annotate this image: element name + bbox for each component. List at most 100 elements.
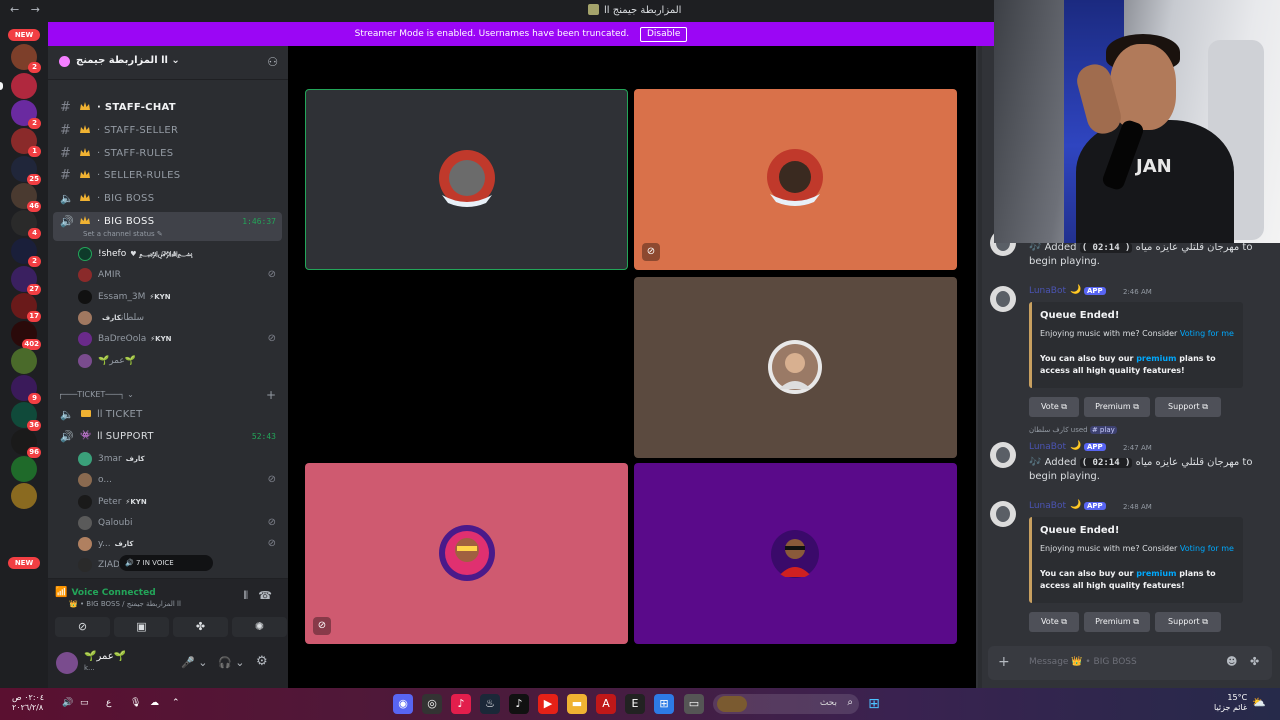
- noise-suppression-icon[interactable]: ⫴: [243, 589, 248, 603]
- server-icon[interactable]: 27: [11, 266, 41, 295]
- participant-tile[interactable]: ⊘: [634, 89, 957, 270]
- headphones-icon[interactable]: 🎧 ⌄: [218, 656, 244, 669]
- reply-context[interactable]: كارف سلطان used # play: [1029, 426, 1117, 434]
- activities-button[interactable]: ✤: [173, 617, 228, 637]
- file-explorer-icon[interactable]: ▬: [567, 694, 587, 714]
- server-icon[interactable]: 4: [11, 210, 41, 239]
- emoji-icon[interactable]: ☻: [1226, 655, 1237, 668]
- store-icon[interactable]: ⊞: [654, 694, 674, 714]
- message-author[interactable]: LunaBot: [1029, 442, 1066, 452]
- soundboard-button[interactable]: ✺: [232, 617, 287, 637]
- participant-tile[interactable]: [634, 463, 957, 644]
- voice-user[interactable]: AMIR ⊘: [76, 266, 282, 286]
- server-icon[interactable]: 46: [11, 183, 41, 212]
- server-icon[interactable]: 36: [11, 402, 41, 431]
- ticket-category[interactable]: ┌───TICKET───┐ ⌄ +: [58, 388, 278, 404]
- server-icon[interactable]: 25: [11, 156, 41, 185]
- voice-channel-big-boss-1[interactable]: 🔈 · BIG BOSS: [53, 189, 282, 209]
- windows-start-icon[interactable]: ⊞: [864, 694, 884, 714]
- voice-user[interactable]: Peter ⚡KYN: [76, 493, 282, 513]
- reply-command[interactable]: # play: [1089, 426, 1117, 434]
- voice-user[interactable]: BaDreOola ⚡KYN ⊘: [76, 330, 282, 350]
- server-icon[interactable]: 2: [11, 100, 41, 129]
- tiktok-icon[interactable]: ♪: [509, 694, 529, 714]
- tiktok-live-icon[interactable]: ♪: [451, 694, 471, 714]
- voice-user[interactable]: !shefo ♥ ﷽: [76, 245, 282, 265]
- microphone-icon[interactable]: 🎤 ⌄: [181, 656, 207, 669]
- server-icon[interactable]: 1: [11, 128, 41, 157]
- premium-link[interactable]: premium: [1136, 569, 1176, 578]
- cloud-icon[interactable]: ☁: [150, 698, 159, 708]
- adobe-icon[interactable]: A: [596, 694, 616, 714]
- voice-user[interactable]: 🌱عمر🌱: [76, 352, 282, 372]
- taskbar-search[interactable]: بحث ⌕: [713, 694, 859, 714]
- vote-button[interactable]: Vote ⧉: [1029, 612, 1079, 632]
- server-icon[interactable]: [11, 73, 37, 99]
- support-button[interactable]: Support ⧉: [1155, 397, 1221, 417]
- add-attachment-icon[interactable]: +: [998, 654, 1010, 670]
- voice-count-pill[interactable]: 🔊 7 IN VOICE: [119, 555, 213, 571]
- bot-avatar[interactable]: [990, 286, 1016, 312]
- voice-location[interactable]: 👑 • BIG BOSS / اا المزاربطة جيمنج: [69, 600, 181, 608]
- voice-user[interactable]: o... ⊘: [76, 471, 282, 491]
- channel-ticket[interactable]: 🔈 اا TICKET: [53, 405, 282, 425]
- vote-link[interactable]: Voting for me: [1180, 329, 1234, 338]
- support-button[interactable]: Support ⧉: [1155, 612, 1221, 632]
- network-icon[interactable]: ▭: [80, 698, 89, 708]
- channel-staff-rules[interactable]: # · STAFF-RULES: [53, 144, 282, 164]
- server-icon[interactable]: [11, 456, 37, 482]
- server-icon[interactable]: 2: [11, 44, 41, 73]
- message-input[interactable]: + Message 👑 • BIG BOSS ☻ ✤: [988, 646, 1272, 680]
- message-author[interactable]: LunaBot: [1029, 501, 1066, 511]
- voice-user[interactable]: 3mar كارف: [76, 450, 282, 470]
- premium-link[interactable]: premium: [1136, 354, 1176, 363]
- bot-avatar[interactable]: [990, 442, 1016, 468]
- mic-tray-icon[interactable]: 🎙: [130, 698, 141, 708]
- volume-icon[interactable]: 🔊: [62, 698, 73, 708]
- voice-channel-support[interactable]: 🔊 👾 اا SUPPORT 52:43: [53, 427, 282, 447]
- screen-share-button[interactable]: ▣: [114, 617, 169, 637]
- nav-arrows[interactable]: ← →: [10, 3, 44, 16]
- guild-header[interactable]: اا المزاربطة جيمنج ⌄ ⚇: [48, 46, 288, 80]
- server-icon[interactable]: 402: [11, 321, 41, 350]
- message-author[interactable]: LunaBot: [1029, 286, 1066, 296]
- scrollbar[interactable]: [978, 46, 982, 688]
- tray-overflow-icon[interactable]: ⌃: [172, 698, 180, 708]
- channel-status[interactable]: Set a channel status ✎: [83, 230, 163, 238]
- server-icon[interactable]: 96: [11, 429, 41, 458]
- server-icon[interactable]: [11, 483, 37, 509]
- youtube-icon[interactable]: ▶: [538, 694, 558, 714]
- voice-user[interactable]: y... كارف ⊘: [76, 535, 282, 555]
- channel-staff-seller[interactable]: # · STAFF-SELLER: [53, 121, 282, 141]
- camera-off-button[interactable]: ⊘: [55, 617, 110, 637]
- task-view-icon[interactable]: ▭: [684, 694, 704, 714]
- steam-icon[interactable]: ♨: [480, 694, 500, 714]
- epic-games-icon[interactable]: E: [625, 694, 645, 714]
- disconnect-icon[interactable]: ☎: [258, 589, 272, 602]
- voice-channel-big-boss-active[interactable]: 🔊 · BIG BOSS 1:46:37 Set a channel statu…: [53, 212, 282, 241]
- premium-button[interactable]: Premium ⧉: [1084, 612, 1150, 632]
- server-icon[interactable]: 2: [11, 238, 41, 267]
- participant-tile[interactable]: [305, 89, 628, 270]
- apps-icon[interactable]: ✤: [1250, 655, 1259, 668]
- disable-button[interactable]: Disable: [639, 27, 688, 42]
- participant-tile[interactable]: ⊘: [305, 463, 628, 644]
- obs-icon[interactable]: ◎: [422, 694, 442, 714]
- avatar[interactable]: [56, 652, 78, 674]
- vote-link[interactable]: Voting for me: [1180, 544, 1234, 553]
- add-channel-icon[interactable]: +: [266, 388, 276, 402]
- clock[interactable]: ٠٢:٠٤ ص ٢٠٢٦/٢/٨: [12, 693, 44, 713]
- add-member-icon[interactable]: ⚇: [267, 55, 278, 69]
- premium-button[interactable]: Premium ⧉: [1084, 397, 1150, 417]
- voice-user[interactable]: سلطانكارف: [76, 309, 282, 329]
- voice-user[interactable]: Essam_3M ⚡KYN: [76, 288, 282, 308]
- bot-avatar[interactable]: [990, 501, 1016, 527]
- language-indicator[interactable]: ع: [106, 698, 111, 708]
- channel-staff-chat[interactable]: # · STAFF-CHAT: [53, 98, 282, 118]
- participant-tile[interactable]: [634, 277, 957, 458]
- server-icon[interactable]: 9: [11, 375, 41, 404]
- channel-seller-rules[interactable]: # · SELLER-RULES: [53, 166, 282, 186]
- server-icon[interactable]: [11, 348, 37, 374]
- server-icon[interactable]: 17: [11, 293, 41, 322]
- weather-widget[interactable]: 15°C غائم جزئيا: [1214, 693, 1247, 713]
